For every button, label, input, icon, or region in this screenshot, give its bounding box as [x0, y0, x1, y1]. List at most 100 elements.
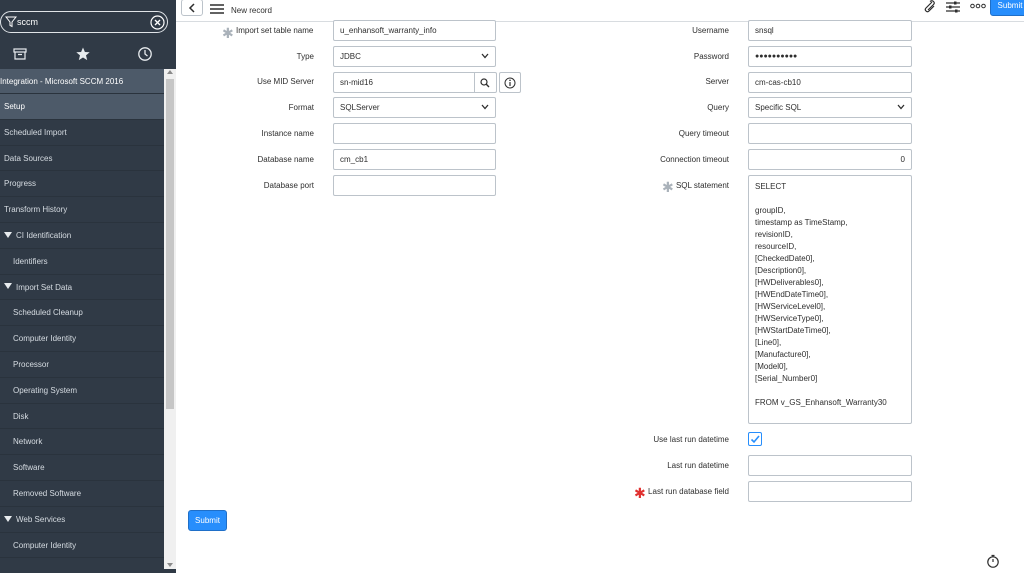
connection-timeout-label: Connection timeout — [660, 155, 729, 164]
sql-line: [HWServiceLevel0], — [755, 302, 826, 311]
type-select-value: JDBC — [340, 52, 361, 61]
form-title: New record — [231, 6, 272, 15]
database-port-field[interactable] — [333, 175, 496, 196]
nav-section-ci-identification[interactable]: CI Identification — [0, 223, 164, 249]
database-name-field[interactable]: cm_cb1 — [333, 149, 496, 170]
format-select-value: SQLServer — [340, 103, 380, 112]
nav-item-data-sources[interactable]: Data Sources — [0, 146, 164, 172]
stopwatch-icon[interactable] — [986, 554, 1000, 568]
filter-navigator — [0, 11, 168, 33]
star-icon[interactable] — [75, 46, 91, 62]
last-run-database-field-input[interactable] — [748, 481, 912, 502]
database-name-label: Database name — [257, 155, 314, 164]
nav-item-label: Computer Identity — [13, 540, 77, 550]
nav-item-label: Setup — [4, 102, 25, 111]
sidebar-scrollbar[interactable] — [164, 69, 176, 569]
sql-statement-label: SQL statement — [675, 181, 729, 190]
nav-item-processor[interactable]: Processor — [0, 352, 164, 378]
nav-module-header[interactable]: Integration - Microsoft SCCM 2016 — [0, 69, 164, 94]
funnel-icon — [5, 16, 17, 28]
sql-line: [Description0], — [755, 266, 807, 275]
import-set-table-name-field[interactable]: u_enhansoft_warranty_info — [333, 20, 496, 41]
query-select-value: Specific SQL — [755, 103, 802, 112]
nav-item-transform-history[interactable]: Transform History — [0, 197, 164, 223]
sql-statement-textarea[interactable]: SELECT groupID, timestamp as TimeStamp, … — [748, 175, 912, 424]
mandatory-indicator-icon: ✱ — [662, 179, 674, 195]
nav-item-software[interactable]: Software — [0, 455, 164, 481]
query-label: Query — [707, 103, 729, 112]
filter-input[interactable] — [17, 15, 137, 29]
archive-icon[interactable] — [12, 46, 28, 62]
nav-item-setup[interactable]: Setup — [0, 94, 164, 120]
nav-item-label: Removed Software — [13, 488, 82, 498]
nav-item-computer-identity[interactable]: Computer Identity — [0, 326, 164, 352]
nav-item-label: Scheduled Import — [4, 127, 67, 137]
scroll-up-arrow-icon[interactable] — [167, 70, 173, 74]
nav-item-progress[interactable]: Progress — [0, 171, 164, 198]
sql-line: SELECT — [755, 182, 787, 191]
sql-line: [Serial_Number0] — [755, 374, 818, 383]
last-run-database-field-label: Last run database field — [648, 487, 729, 496]
chevron-down-icon — [481, 104, 489, 110]
format-select[interactable]: SQLServer — [333, 97, 496, 118]
sql-line: revisionID, — [755, 230, 793, 239]
password-field[interactable]: ●●●●●●●●●● — [748, 46, 912, 67]
back-button[interactable] — [181, 0, 203, 16]
nav-item-ws-computer-identity[interactable]: Computer Identity — [0, 533, 164, 559]
sql-line: FROM v_GS_Enhansoft_Warranty30 — [755, 398, 887, 407]
history-icon[interactable] — [137, 46, 153, 62]
nav-item-label: Operating System — [13, 385, 78, 395]
clear-filter-icon[interactable] — [150, 15, 165, 30]
nav-item-operating-system[interactable]: Operating System — [0, 378, 164, 404]
password-label: Password — [693, 52, 729, 61]
instance-name-label: Instance name — [261, 129, 314, 138]
nav-item-scheduled-import[interactable]: Scheduled Import — [0, 120, 164, 146]
nav-item-label: Scheduled Cleanup — [13, 308, 83, 318]
nav-item-label: Progress — [4, 179, 37, 189]
nav-item-scheduled-cleanup[interactable]: Scheduled Cleanup — [0, 300, 164, 327]
query-select[interactable]: Specific SQL — [748, 97, 912, 118]
use-mid-server-label: Use MID Server — [257, 77, 314, 86]
sql-line: [HWServiceType0], — [755, 314, 824, 323]
search-icon — [480, 78, 490, 88]
mandatory-indicator-icon: ✱ — [222, 25, 234, 41]
mid-server-field[interactable]: sn-mid16 — [333, 72, 475, 93]
format-label: Format — [288, 103, 314, 112]
nav-item-network[interactable]: Network — [0, 429, 164, 456]
header-submit-button[interactable]: Submit — [990, 0, 1024, 16]
server-field[interactable]: cm-cas-cb10 — [748, 72, 912, 93]
use-last-run-datetime-checkbox[interactable] — [748, 432, 762, 446]
last-run-datetime-field[interactable] — [748, 455, 912, 476]
sql-line: [Manufacture0], — [755, 350, 811, 359]
chevron-left-icon — [188, 3, 195, 13]
type-label: Type — [296, 52, 314, 61]
info-button[interactable] — [499, 72, 521, 93]
nav-item-disk[interactable]: Disk — [0, 404, 164, 430]
type-select[interactable]: JDBC — [333, 46, 496, 67]
hamburger-menu-icon[interactable] — [210, 4, 224, 14]
lookup-button[interactable] — [475, 72, 497, 93]
scroll-down-arrow-icon[interactable] — [167, 563, 173, 567]
navigator-tabs — [0, 40, 176, 68]
nav-item-removed-software[interactable]: Removed Software — [0, 481, 164, 507]
nav-section-web-services[interactable]: Web Services — [0, 507, 164, 533]
submit-button[interactable]: Submit — [188, 510, 227, 531]
sliders-icon[interactable] — [946, 1, 960, 13]
more-options-icon[interactable] — [970, 2, 986, 10]
nav-item-label: Network — [13, 437, 43, 447]
sql-line: [HWEndDateTime0], — [755, 290, 829, 299]
connection-timeout-field[interactable]: 0 — [748, 149, 912, 170]
query-timeout-field[interactable] — [748, 123, 912, 144]
nav-section-import-set-data[interactable]: Import Set Data — [0, 275, 164, 301]
info-icon — [504, 77, 516, 89]
nav-item-identifiers[interactable]: Identifiers — [0, 249, 164, 275]
username-field[interactable]: snsql — [748, 20, 912, 41]
use-last-run-datetime-label: Use last run datetime — [653, 435, 729, 444]
scrollbar-thumb[interactable] — [166, 79, 174, 409]
navigator-sidebar: Integration - Microsoft SCCM 2016 Setup … — [0, 0, 176, 573]
query-timeout-label: Query timeout — [678, 129, 729, 138]
database-port-label: Database port — [263, 181, 314, 190]
nav-item-label: Computer Identity — [13, 334, 77, 344]
instance-name-field[interactable] — [333, 123, 496, 144]
paperclip-icon[interactable] — [922, 0, 936, 14]
